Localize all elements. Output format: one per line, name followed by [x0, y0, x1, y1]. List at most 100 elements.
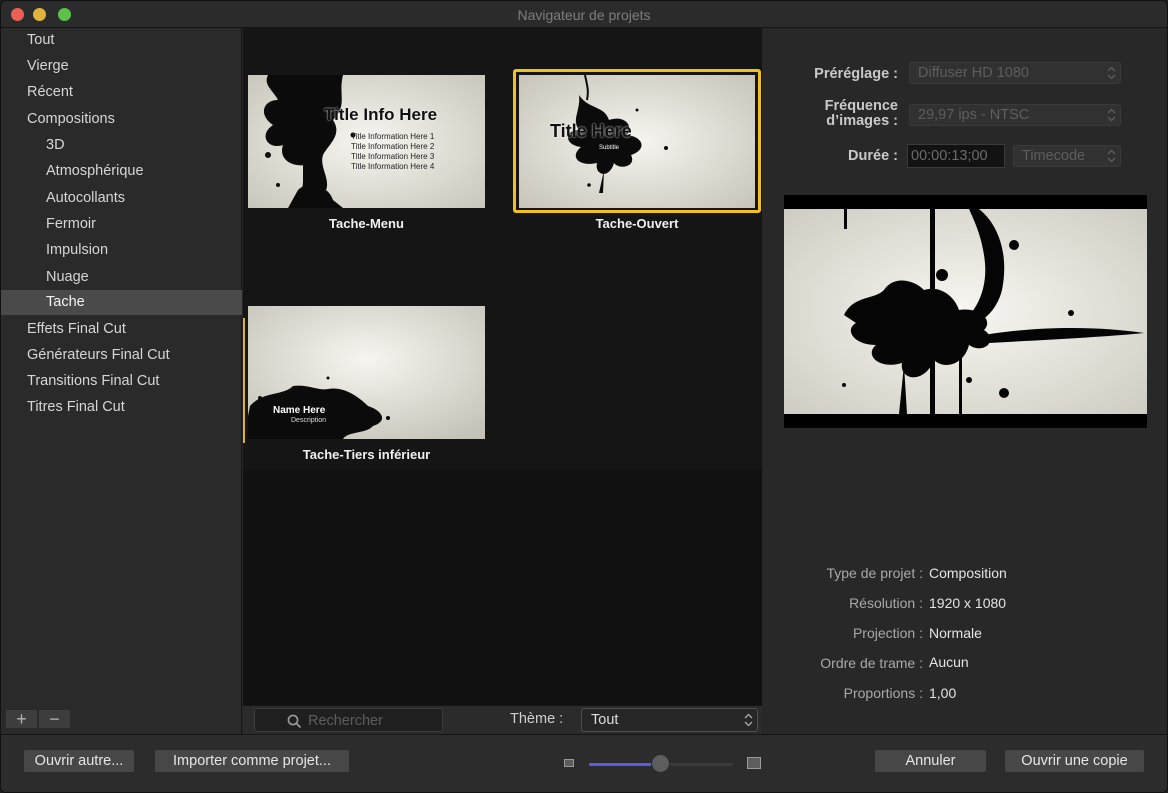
search-icon: [287, 714, 302, 729]
sidebar-item-vierge[interactable]: Vierge: [1, 54, 242, 79]
title-bar: Navigateur de projets: [1, 1, 1167, 28]
add-category-button[interactable]: +: [5, 709, 38, 729]
template-name: Tache-Ouvert: [595, 216, 679, 231]
sidebar-item-tout[interactable]: Tout: [1, 28, 242, 53]
open-copy-button[interactable]: Ouvrir une copie: [1004, 749, 1145, 773]
frame-rate-value: 29,97 ips - NTSC: [918, 107, 1030, 123]
thumbnail-line: Title Information Here 1: [351, 132, 435, 141]
thumbnail-title-text: Title Here: [550, 121, 632, 141]
frame-rate-label-line2: d’images :: [826, 113, 898, 129]
template-thumbnail-tache-tiers-inferieur[interactable]: Name Here Description: [248, 306, 485, 439]
slider-knob[interactable]: [651, 754, 670, 773]
chevron-updown-icon: [1107, 149, 1116, 163]
template-browser: Title Info Here Title Information Here 1…: [243, 28, 762, 705]
sidebar-item-autocollants[interactable]: Autocollants: [1, 186, 242, 211]
theme-label: Thème :: [510, 711, 564, 727]
sidebar-item-atmospherique[interactable]: Atmosphérique: [1, 159, 242, 184]
preview-ink-artwork: [784, 195, 1147, 428]
chevron-updown-icon: [1107, 66, 1116, 80]
info-label-resolution: Résolution :: [849, 595, 923, 611]
sidebar-item-3d[interactable]: 3D: [1, 133, 242, 158]
sidebar-item-label: Tache: [46, 294, 85, 310]
duration-format-select[interactable]: Timecode: [1013, 145, 1121, 167]
info-value-projection: Normale: [929, 625, 982, 641]
cancel-button[interactable]: Annuler: [874, 749, 987, 773]
sidebar-item-label: Nuage: [46, 269, 89, 285]
open-other-button[interactable]: Ouvrir autre...: [23, 749, 135, 773]
template-preview: [784, 195, 1147, 428]
theme-select[interactable]: Tout: [581, 708, 758, 732]
sidebar-item-label: Atmosphérique: [46, 163, 144, 179]
sidebar-item-label: Compositions: [27, 111, 115, 127]
info-label-project-type: Type de projet :: [826, 565, 923, 581]
template-name: Tache-Tiers inférieur: [302, 447, 431, 462]
sidebar-footer: + −: [1, 705, 242, 734]
thumbnail-line: Title Information Here 2: [351, 142, 435, 151]
info-label-field-order: Ordre de trame :: [820, 655, 923, 671]
thumbnail-title-text: Name Here: [273, 405, 326, 416]
sidebar-item-label: Impulsion: [46, 242, 109, 258]
browser-footer: Rechercher Thème : Tout: [243, 705, 762, 734]
info-value-field-order: Aucun: [929, 654, 969, 670]
thumbnail-lines: Title Information Here 1 Title Informati…: [351, 132, 434, 172]
sidebar-item-fermoir[interactable]: Fermoir: [1, 212, 242, 237]
sidebar-item-label: Fermoir: [46, 216, 96, 232]
sidebar-item-compositions[interactable]: Compositions: [1, 107, 242, 132]
import-as-project-button[interactable]: Importer comme projet...: [154, 749, 350, 773]
sidebar-item-generateurs-final-cut[interactable]: Générateurs Final Cut: [1, 343, 242, 368]
chevron-updown-icon: [744, 713, 753, 727]
duration-format-value: Timecode: [1022, 148, 1086, 164]
info-label-projection: Projection :: [852, 625, 923, 641]
info-value-resolution: 1920 x 1080: [929, 595, 1007, 611]
sidebar-item-transitions-final-cut[interactable]: Transitions Final Cut: [1, 369, 242, 394]
chevron-updown-icon: [1107, 108, 1116, 122]
thumbnail-subtitle-text: Subtitle: [599, 145, 620, 151]
duration-field[interactable]: 00:00:13;00: [907, 144, 1005, 168]
info-value-project-type: Composition: [929, 565, 1007, 581]
preset-value: Diffuser HD 1080: [918, 65, 1029, 81]
thumbnail-subtitle-text: Description: [291, 417, 327, 424]
sidebar-item-label: 3D: [46, 137, 65, 153]
sidebar-item-impulsion[interactable]: Impulsion: [1, 238, 242, 263]
template-thumbnail-tache-menu[interactable]: Title Info Here Title Information Here 1…: [248, 75, 485, 208]
duration-label: Durée :: [848, 148, 898, 164]
info-value-aspect-ratio: 1,00: [929, 685, 957, 701]
sidebar-item-label: Titres Final Cut: [27, 399, 125, 415]
frame-rate-label: Fréquence d’images :: [783, 99, 898, 129]
project-browser-window: Navigateur de projets Tout Vierge Récent…: [0, 0, 1168, 793]
ink-splash-artwork: [248, 306, 485, 439]
sidebar-item-recent[interactable]: Récent: [1, 80, 242, 105]
preset-select[interactable]: Diffuser HD 1080: [909, 62, 1121, 84]
bottom-action-bar: Ouvrir autre... Importer comme projet...…: [1, 734, 1167, 792]
sidebar-item-effets-final-cut[interactable]: Effets Final Cut: [1, 317, 242, 342]
sidebar-item-nuage[interactable]: Nuage: [1, 265, 242, 290]
category-sidebar: Tout Vierge Récent Compositions 3D Atmos…: [1, 28, 242, 705]
search-field[interactable]: Rechercher: [254, 708, 443, 732]
frame-rate-select[interactable]: 29,97 ips - NTSC: [909, 104, 1121, 126]
thumbnail-title-text: Title Info Here: [324, 105, 438, 124]
sidebar-item-label: Transitions Final Cut: [27, 373, 160, 389]
sidebar-item-tache[interactable]: Tache: [1, 290, 242, 315]
sidebar-item-titres-final-cut[interactable]: Titres Final Cut: [1, 395, 242, 420]
sidebar-item-label: Générateurs Final Cut: [27, 347, 170, 363]
template-thumbnail-tache-ouvert[interactable]: Title Here Subtitle: [519, 75, 755, 208]
sidebar-item-label: Vierge: [27, 58, 69, 74]
small-thumbnail-icon: [564, 759, 574, 767]
theme-select-value: Tout: [591, 712, 619, 728]
search-placeholder: Rechercher: [308, 713, 383, 729]
frame-rate-label-line1: Fréquence: [824, 98, 898, 114]
thumbnail-line: Title Information Here 3: [351, 152, 435, 161]
large-thumbnail-icon: [747, 757, 761, 769]
sidebar-item-label: Autocollants: [46, 190, 125, 206]
sidebar-item-label: Tout: [27, 32, 55, 48]
sidebar-item-label: Récent: [27, 84, 73, 100]
info-label-aspect-ratio: Proportions :: [843, 685, 923, 701]
sidebar-item-label: Effets Final Cut: [27, 321, 126, 337]
thumbnail-line: Title Information Here 4: [351, 162, 435, 171]
remove-category-button[interactable]: −: [38, 709, 71, 729]
inspector-panel: Préréglage : Diffuser HD 1080 Fréquence …: [763, 28, 1167, 734]
template-name: Tache-Menu: [329, 216, 404, 231]
preset-label: Préréglage :: [814, 66, 898, 82]
window-title: Navigateur de projets: [517, 7, 651, 23]
scroll-indicator: [243, 318, 245, 443]
